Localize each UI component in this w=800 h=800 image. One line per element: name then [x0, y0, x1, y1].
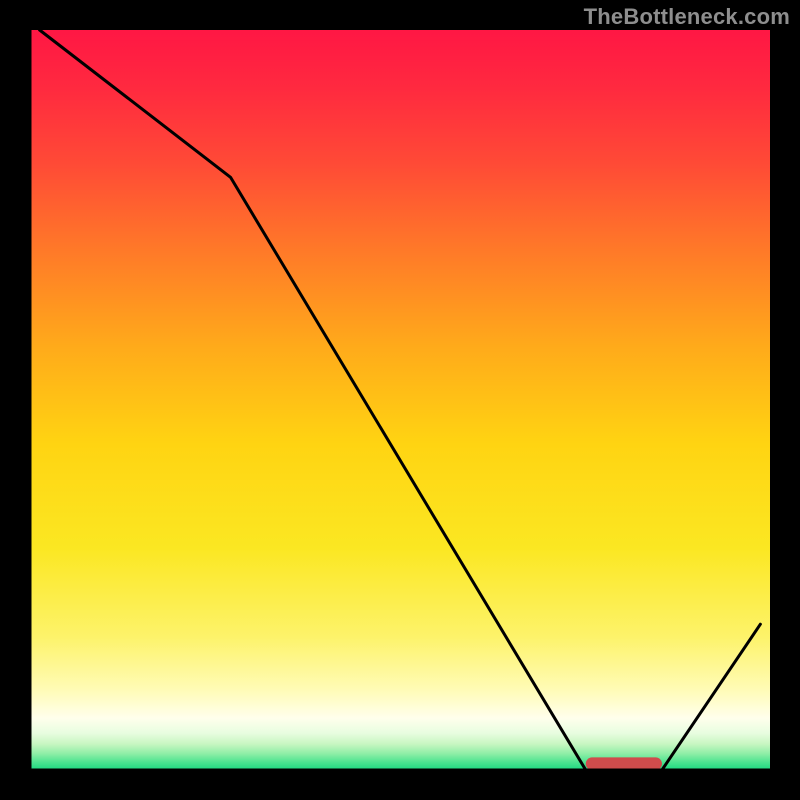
- chart-canvas: [0, 0, 800, 800]
- watermark-text: TheBottleneck.com: [584, 4, 790, 30]
- marker-bar: [586, 757, 662, 770]
- chart-stage: TheBottleneck.com: [0, 0, 800, 800]
- plot-background: [30, 30, 770, 770]
